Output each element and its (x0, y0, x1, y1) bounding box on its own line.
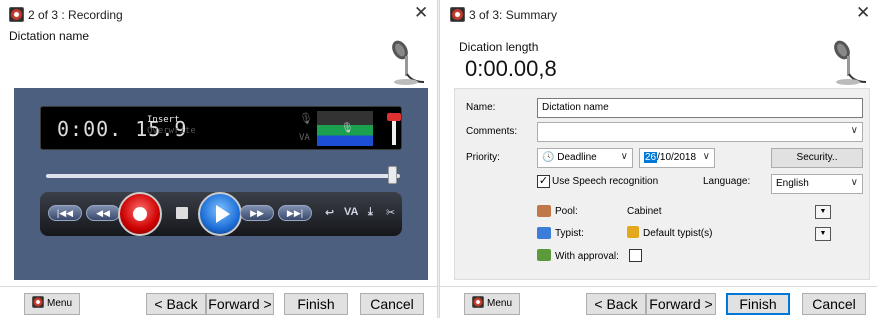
with-approval-label: With approval: (555, 251, 619, 262)
footer-bar: Menu < Back Forward > Finish Cancel (440, 286, 877, 318)
dictation-length-value: 0:00.00,8 (465, 56, 557, 81)
date-rest: /10/2018 (657, 152, 697, 163)
chevron-down-icon: ∨ (850, 125, 858, 136)
menu-button[interactable]: Menu (464, 293, 520, 315)
close-icon[interactable]: ✕ (856, 4, 870, 21)
meter-mic-icon: 🎙 (341, 123, 354, 134)
clock-icon: 🕓 (542, 152, 555, 163)
recorder-display: 0:00. 15.9 Insert Overwrite 🎙 VA 🎙 (40, 106, 402, 150)
title-bar: 3 of 3: Summary ✕ (440, 0, 877, 26)
date-day: 26 (644, 152, 658, 163)
dialog-title: 3 of 3: Summary (469, 8, 558, 22)
comments-field[interactable]: ∨ (537, 122, 863, 142)
position-thumb[interactable] (387, 166, 397, 184)
priority-select[interactable]: 🕓 Deadline ∨ (537, 148, 633, 168)
mic-indicator-icon: 🎙 (299, 113, 313, 125)
lock-icon (627, 226, 639, 238)
typist-label: Typist: (555, 228, 584, 239)
security-button[interactable]: Security.. (771, 148, 863, 168)
voice-activation-button[interactable]: VA (344, 206, 358, 218)
name-label: Name: (466, 102, 496, 113)
language-select[interactable]: English ∨ (771, 174, 863, 194)
close-icon[interactable]: ✕ (414, 4, 428, 21)
play-button[interactable] (198, 192, 242, 236)
dictation-length-label: Dication length (459, 40, 539, 54)
speech-recognition-checkbox[interactable]: ✓ (537, 175, 550, 188)
name-field[interactable]: Dictation name (537, 98, 863, 118)
download-icon[interactable]: ⤓ (368, 206, 373, 219)
chevron-down-icon: ∨ (850, 177, 858, 188)
speech-recognition-label: Use Speech recognition (552, 176, 659, 187)
menu-button[interactable]: Menu (24, 293, 80, 315)
back-button[interactable]: < Back (586, 293, 646, 315)
dialog-title: 2 of 3 : Recording (28, 8, 123, 22)
finish-button[interactable]: Finish (284, 293, 348, 315)
pool-icon (537, 205, 551, 217)
fast-forward-button[interactable]: ▶▶ (240, 205, 274, 221)
comments-label: Comments: (466, 126, 518, 137)
transport-bar: |◀◀ ◀◀ ▶▶ ▶▶| ↩ VA ⤓ ✂ (40, 192, 402, 236)
forward-button[interactable]: Forward > (646, 293, 716, 315)
pool-label: Pool: (555, 206, 578, 217)
priority-label: Priority: (466, 152, 500, 163)
va-indicator: VA (299, 133, 310, 143)
approval-user-icon (537, 249, 551, 261)
mode-insert-label: Insert (147, 115, 180, 125)
rewind-button[interactable]: ◀◀ (86, 205, 120, 221)
level-meter: 🎙 (317, 111, 373, 146)
footer-bar: Menu < Back Forward > Finish Cancel (0, 286, 437, 318)
pool-dropdown-button[interactable]: ▼ (815, 205, 831, 219)
cut-icon[interactable]: ✂ (386, 206, 395, 219)
with-approval-checkbox[interactable] (629, 249, 642, 262)
mode-overwrite-label: Overwrite (147, 126, 196, 136)
pool-value: Cabinet (627, 206, 662, 217)
summary-form: Name: Dictation name Comments: ∨ Priorit… (454, 88, 870, 280)
back-button[interactable]: < Back (146, 293, 206, 315)
chevron-down-icon: ∨ (702, 151, 710, 162)
position-track[interactable] (46, 174, 400, 178)
app-icon (9, 7, 24, 22)
cancel-button[interactable]: Cancel (360, 293, 424, 315)
finish-button[interactable]: Finish (726, 293, 790, 315)
undo-icon[interactable]: ↩ (325, 206, 334, 219)
date-picker[interactable]: 26/10/2018 ∨ (639, 148, 715, 168)
typist-value: Default typist(s) (643, 228, 713, 239)
menu-app-icon (31, 296, 44, 308)
app-icon (450, 7, 465, 22)
chevron-down-icon: ∨ (620, 151, 628, 162)
menu-app-icon (471, 296, 484, 308)
language-label: Language: (703, 176, 751, 187)
microphone-icon (392, 40, 425, 85)
recording-dialog: 2 of 3 : Recording ✕ Dictation name 0:00… (0, 0, 437, 318)
forward-button[interactable]: Forward > (206, 293, 274, 315)
microphone-icon (834, 40, 867, 85)
title-bar: 2 of 3 : Recording ✕ (0, 0, 437, 26)
stop-button[interactable] (176, 207, 188, 219)
rewind-to-start-button[interactable]: |◀◀ (48, 205, 82, 221)
summary-dialog: 3 of 3: Summary ✕ Dication length 0:00.0… (440, 0, 877, 318)
typist-icon (537, 227, 551, 239)
record-button[interactable] (118, 192, 162, 236)
forward-to-end-button[interactable]: ▶▶| (278, 205, 312, 221)
dictation-name-label: Dictation name (9, 29, 90, 43)
gain-slider-icon[interactable] (387, 111, 401, 147)
typist-dropdown-button[interactable]: ▼ (815, 227, 831, 241)
cancel-button[interactable]: Cancel (802, 293, 866, 315)
recorder-panel: 0:00. 15.9 Insert Overwrite 🎙 VA 🎙 |◀◀ ◀… (14, 88, 428, 280)
